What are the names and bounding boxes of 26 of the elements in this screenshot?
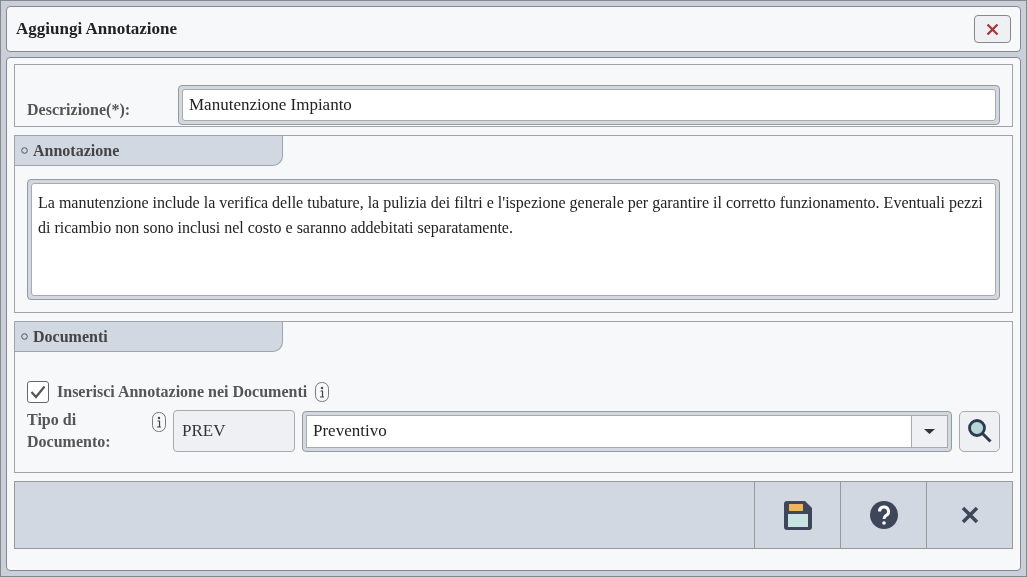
close-button[interactable] [974, 15, 1011, 43]
help-icon [869, 501, 898, 529]
close-icon [986, 22, 999, 36]
dropdown-value: Preventivo [312, 420, 388, 443]
dropdown-toggle[interactable] [911, 415, 947, 447]
caret-icon [924, 428, 935, 434]
close-icon [960, 506, 979, 524]
circle-icon [21, 147, 28, 154]
annotation-textarea[interactable]: La manutenzione include la verifica delle tubature, la pulizia dei filtri e l'ispezione generale per garantire il corretto funzionamento. Eventuali pezzi di ricambio non sono inclusi nel costo e saranno addebitati separatamente. [31, 183, 996, 296]
search-button[interactable] [959, 410, 1000, 452]
info-icon[interactable] [315, 382, 330, 402]
save-icon [783, 500, 812, 530]
window-title: Aggiungi Annotazione [16, 18, 178, 41]
description-label: Descrizione(*): [27, 100, 132, 121]
section-header: Annotazione [15, 136, 283, 166]
section-header: Documenti [15, 322, 283, 352]
info-icon[interactable] [152, 412, 166, 432]
circle-icon [21, 333, 28, 340]
description-field[interactable]: Manutenzione Impianto [182, 89, 996, 121]
checkbox-label: Inserisci Annotazione nei Documenti [57, 382, 308, 402]
document-code-field: PREV [173, 410, 295, 452]
checkbox[interactable] [27, 381, 49, 403]
search-icon [966, 418, 993, 444]
document-type-dropdown[interactable]: Preventivo [302, 410, 952, 452]
document-type-label: Tipo di Documento: [27, 410, 112, 452]
checkmark-icon [30, 385, 46, 399]
